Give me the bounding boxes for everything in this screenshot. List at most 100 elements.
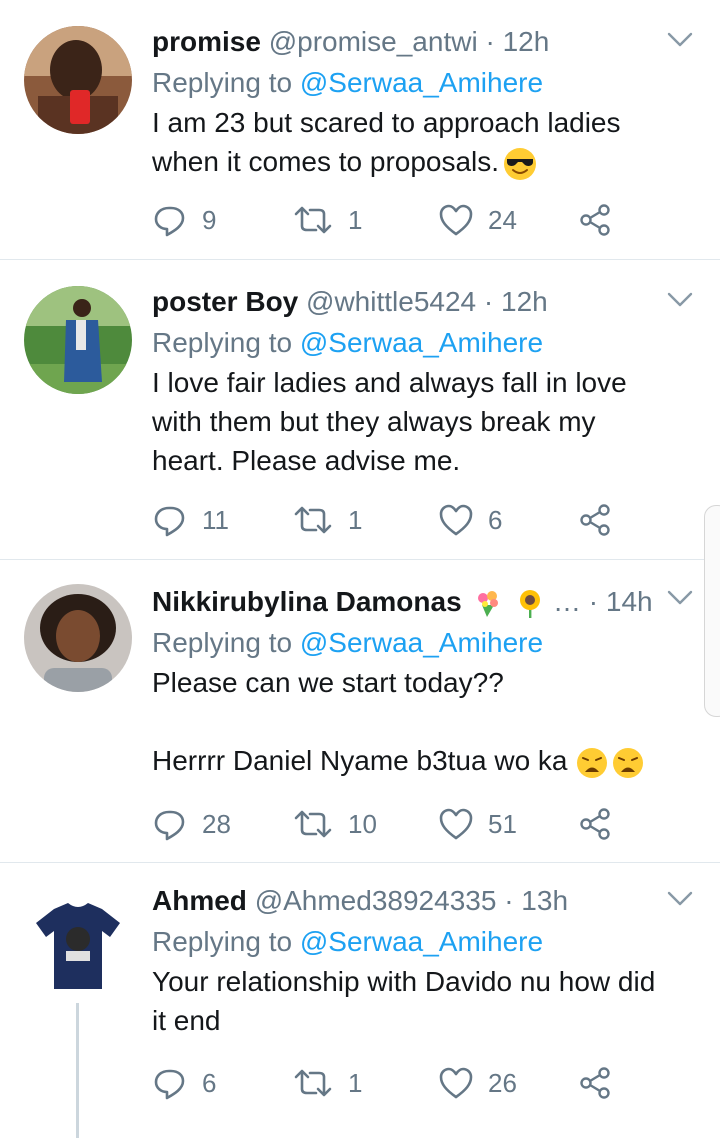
user-handle[interactable]: …	[553, 586, 581, 617]
like-count: 26	[488, 1067, 517, 1098]
replying-to: Replying to @Serwaa_Amihere	[152, 623, 543, 663]
reply-button[interactable]: 6	[152, 1063, 216, 1103]
timestamp[interactable]: 14h	[606, 586, 652, 617]
retweet-count: 10	[348, 808, 377, 839]
separator-dot: ·	[485, 26, 495, 57]
tweet-actions: 11 1 6	[152, 500, 632, 540]
mention-link[interactable]: @Serwaa_Amihere	[300, 327, 543, 358]
avatar[interactable]	[24, 889, 132, 997]
like-button[interactable]: 6	[438, 500, 502, 540]
tweet-line: Your relationship with Davido nu how did	[152, 966, 656, 997]
share-icon	[580, 1067, 610, 1099]
avatar[interactable]	[24, 286, 132, 394]
retweet-button[interactable]: 1	[292, 1063, 362, 1103]
retweet-button[interactable]: 1	[292, 200, 362, 240]
reply-button[interactable]: 9	[152, 200, 216, 240]
user-handle[interactable]: @Ahmed38924335	[255, 885, 497, 916]
retweet-button[interactable]: 10	[292, 804, 377, 844]
retweet-button[interactable]: 1	[292, 500, 362, 540]
tweet-line-with-emoji: Herrrr Daniel Nyame b3tua wo ka	[152, 741, 697, 780]
chevron-down-icon[interactable]	[666, 290, 694, 310]
replying-to-label: Replying to	[152, 327, 293, 358]
tweet[interactable]: Ahmed @Ahmed38924335 · 13h Replying to @…	[0, 881, 720, 1138]
tweet-divider	[0, 559, 720, 560]
avatar[interactable]	[24, 584, 132, 692]
tweet-text: I love fair ladies and always fall in lo…	[152, 363, 697, 480]
tweet-line: heart. Please advise me.	[152, 445, 461, 476]
tweet[interactable]: Nikkirubylina Damonas … · 14h Replying t…	[0, 582, 720, 860]
tweet-actions: 28 10 51	[152, 804, 632, 844]
share-button[interactable]	[578, 1063, 612, 1103]
tweet[interactable]: poster Boy @whittle5424 · 12h Replying t…	[0, 282, 720, 557]
tweet-actions: 6 1 26	[152, 1063, 632, 1103]
reply-count: 6	[202, 1067, 217, 1098]
tweet-line: Herrrr Daniel Nyame b3tua wo ka	[152, 745, 568, 776]
reply-icon	[154, 1069, 185, 1100]
share-button[interactable]	[578, 200, 612, 240]
heart-icon	[439, 204, 473, 236]
like-button[interactable]: 26	[438, 1063, 517, 1103]
tweet-divider	[0, 259, 720, 260]
replying-to-label: Replying to	[152, 67, 293, 98]
user-handle[interactable]: @promise_antwi	[269, 26, 478, 57]
timestamp[interactable]: 12h	[501, 286, 548, 317]
replying-to: Replying to @Serwaa_Amihere	[152, 922, 543, 962]
mention-link[interactable]: @Serwaa_Amihere	[300, 926, 543, 957]
display-name[interactable]: Nikkirubylina Damonas	[152, 586, 462, 617]
retweet-icon	[294, 506, 332, 534]
like-count: 51	[488, 808, 517, 839]
separator-dot: ·	[504, 885, 514, 916]
mention-link[interactable]: @Serwaa_Amihere	[300, 67, 543, 98]
replying-to: Replying to @Serwaa_Amihere	[152, 63, 543, 103]
tweet-header: Nikkirubylina Damonas … · 14h	[152, 582, 652, 622]
avatar[interactable]	[24, 26, 132, 134]
replying-to-label: Replying to	[152, 926, 293, 957]
mention-link[interactable]: @Serwaa_Amihere	[300, 627, 543, 658]
retweet-count: 1	[348, 504, 363, 535]
tweet-header: Ahmed @Ahmed38924335 · 13h	[152, 881, 568, 921]
share-button[interactable]	[578, 804, 612, 844]
reply-icon	[154, 206, 185, 237]
retweet-icon	[294, 810, 332, 838]
display-name[interactable]: promise	[152, 26, 261, 57]
timestamp[interactable]: 12h	[503, 26, 550, 57]
scrollbar[interactable]	[704, 505, 720, 717]
display-name[interactable]: poster Boy	[152, 286, 298, 317]
like-button[interactable]: 24	[438, 200, 517, 240]
sunflower-icon	[520, 589, 541, 618]
tweet-header: poster Boy @whittle5424 · 12h	[152, 282, 548, 322]
separator-dot: ·	[588, 586, 599, 617]
retweet-count: 1	[348, 1067, 363, 1098]
like-button[interactable]: 51	[438, 804, 517, 844]
share-button[interactable]	[578, 500, 612, 540]
chevron-down-icon[interactable]	[666, 588, 694, 608]
display-name[interactable]: Ahmed	[152, 885, 247, 916]
bouquet-icon	[478, 590, 499, 617]
tweet-line: Please can we start today??	[152, 667, 504, 698]
share-icon	[580, 504, 610, 536]
thread-line	[76, 1003, 79, 1138]
weary-face-icon	[612, 747, 643, 778]
tweet[interactable]: promise @promise_antwi · 12h Replying to…	[0, 22, 720, 257]
timestamp[interactable]: 13h	[521, 885, 568, 916]
reply-icon	[154, 506, 185, 537]
tweet-text: Please can we start today?? Herrrr Danie…	[152, 663, 697, 780]
reply-button[interactable]: 28	[152, 804, 231, 844]
heart-icon	[439, 504, 473, 536]
tweet-line: when it comes to proposals.	[152, 146, 500, 177]
share-icon	[580, 808, 610, 840]
reply-icon	[154, 810, 185, 841]
heart-icon	[439, 808, 473, 840]
tweet-line: I love fair ladies and always fall in lo…	[152, 367, 627, 398]
user-handle[interactable]: @whittle5424	[306, 286, 476, 317]
like-count: 6	[488, 504, 503, 535]
weary-face-icon	[576, 747, 607, 778]
tweet-text: I am 23 but scared to approach ladies wh…	[152, 103, 697, 181]
tweet-actions: 9 1 24	[152, 200, 632, 240]
reply-button[interactable]: 11	[152, 500, 229, 540]
reply-count: 9	[202, 204, 217, 235]
tweet-line: with them but they always break my	[152, 406, 596, 437]
chevron-down-icon[interactable]	[666, 889, 694, 909]
retweet-icon	[294, 206, 332, 234]
chevron-down-icon[interactable]	[666, 30, 694, 50]
